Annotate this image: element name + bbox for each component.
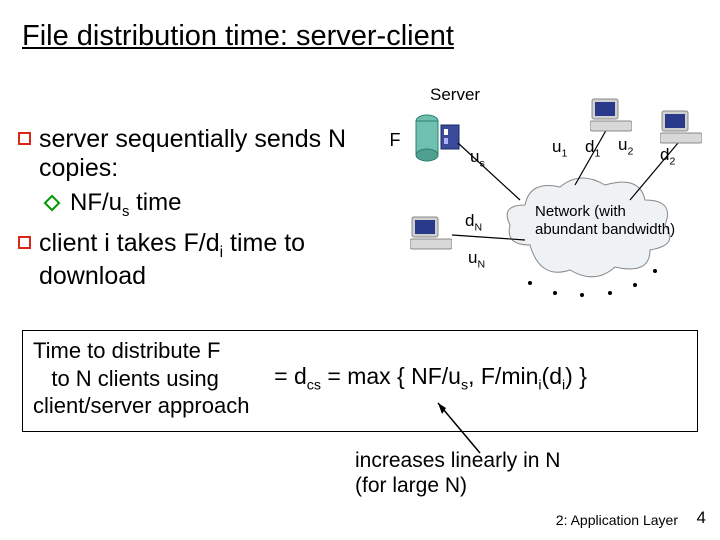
bullet-1: server sequentially sends N copies:: [18, 125, 348, 183]
bullet-1-sub-text: NF/us time: [70, 189, 181, 220]
formula-left: Time to distribute F to N clients using …: [33, 337, 268, 420]
client-icon: [410, 215, 452, 251]
page-number: 4: [697, 508, 706, 528]
subbullet-diamond-icon: [44, 194, 61, 211]
bullet-1-sub: NF/us time: [46, 189, 348, 220]
client-icon: [660, 109, 702, 145]
dN-label: dN: [465, 211, 482, 233]
u2-label: u2: [618, 135, 633, 157]
network-text-2: abundant bandwidth): [535, 221, 675, 238]
client-icon: [590, 97, 632, 133]
u1-label: u1: [552, 137, 567, 159]
d2-label: d2: [660, 145, 675, 167]
chapter-label: 2: Application Layer: [556, 512, 678, 528]
bullet-square-icon: [18, 132, 31, 145]
arrow-icon: [430, 398, 500, 454]
footnote: increases linearly in N (for large N): [355, 448, 560, 498]
formula-box: Time to distribute F to N clients using …: [22, 330, 698, 432]
bullet-2: client i takes F/di time to download: [18, 229, 348, 291]
us-label: us: [470, 147, 485, 169]
d1-label: d1: [585, 137, 600, 159]
network-text-1: Network (with: [535, 203, 626, 220]
network-diagram: Server F us u1 d1 u2 d2 dN uN Network (w…: [360, 85, 705, 310]
uN-label: uN: [468, 248, 485, 270]
slide-title: File distribution time: server-client: [22, 20, 454, 53]
bullet-square-icon: [18, 236, 31, 249]
formula-right: = dcs = max { NF/us, F/mini(di) }: [274, 362, 587, 395]
bullet-2-text: client i takes F/di time to download: [39, 229, 348, 291]
bullet-list: server sequentially sends N copies: NF/u…: [18, 125, 348, 297]
bullet-1-text: server sequentially sends N copies:: [39, 125, 348, 183]
